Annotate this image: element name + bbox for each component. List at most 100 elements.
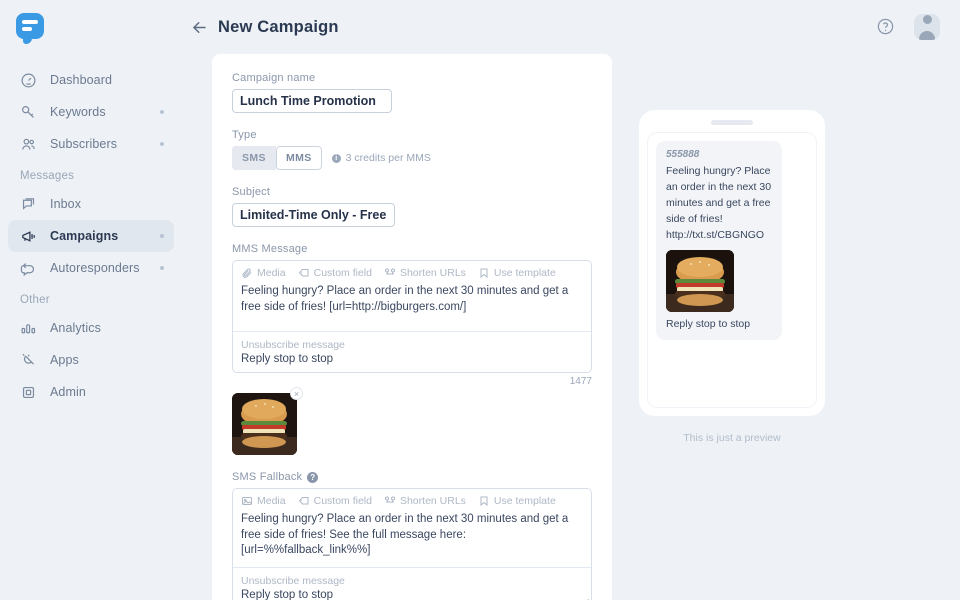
sidebar-section-other: Other (0, 294, 182, 306)
bookmark-icon (478, 495, 490, 507)
sms-tool-custom-field[interactable]: Custom field (298, 495, 372, 507)
type-field-group: Type SMS MMS i 3 credits per MMS (232, 129, 592, 170)
sidebar-item-analytics[interactable]: Analytics (8, 312, 174, 344)
sidebar-item-label: Keywords (50, 105, 160, 119)
sidebar-item-subscribers[interactable]: Subscribers (8, 128, 174, 160)
sms-tool-shorten-urls-label: Shorten URLs (400, 495, 466, 507)
sms-tool-use-template-label: Use template (494, 495, 556, 507)
sms-fallback-label-row: SMS Fallback ? (232, 471, 592, 483)
sidebar-item-dot (160, 142, 164, 146)
page-header: New Campaign (182, 0, 960, 54)
speedometer-icon (20, 71, 42, 89)
bar-chart-icon (20, 319, 42, 337)
sidebar-item-label: Autoresponders (50, 261, 160, 275)
chat-icon (20, 195, 42, 213)
chip-icon (20, 383, 42, 401)
main-area: New Campaign Campaign name (182, 0, 960, 600)
sidebar-item-dot (160, 266, 164, 270)
sidebar-item-autoresponders[interactable]: Autoresponders (8, 252, 174, 284)
back-button[interactable] (188, 16, 210, 38)
sms-tool-custom-field-label: Custom field (314, 495, 372, 507)
phone-screen: 555888 Feeling hungry? Place an order in… (647, 132, 817, 408)
mms-char-count: 1477 (232, 376, 592, 387)
sms-toolbar: Media Custom field (233, 489, 591, 511)
subject-field-group: Subject (232, 186, 592, 227)
type-label: Type (232, 129, 592, 141)
preview-sender: 555888 (666, 149, 772, 160)
info-icon[interactable]: i (332, 154, 341, 163)
sidebar: Dashboard Keywords Subscribers Messages (0, 0, 182, 600)
question-circle-icon[interactable] (876, 17, 896, 37)
sidebar-item-admin[interactable]: Admin (8, 376, 174, 408)
question-badge-icon[interactable]: ? (307, 472, 318, 483)
image-icon (241, 495, 253, 507)
attachment-thumbnail[interactable]: × (232, 393, 297, 455)
sidebar-nav-other: Analytics Apps Admin (0, 312, 182, 408)
mms-tool-custom-field[interactable]: Custom field (298, 267, 372, 279)
preview-note: This is just a preview (683, 432, 780, 444)
sidebar-item-apps[interactable]: Apps (8, 344, 174, 376)
mms-unsubscribe-label: Unsubscribe message (233, 332, 591, 353)
link-icon (384, 495, 396, 507)
sms-tool-shorten-urls[interactable]: Shorten URLs (384, 495, 466, 507)
tag-icon (298, 267, 310, 279)
mms-message-field-group: MMS Message Media (232, 243, 592, 387)
sms-fallback-body[interactable]: Feeling hungry? Place an order in the ne… (233, 511, 591, 567)
mms-message-body[interactable]: Feeling hungry? Place an order in the ne… (233, 283, 591, 331)
campaign-name-input[interactable] (232, 89, 392, 113)
app-logo[interactable] (0, 0, 182, 54)
sms-fallback-field-group: SMS Fallback ? Media (232, 471, 592, 600)
credits-note-label: 3 credits per MMS (346, 152, 431, 164)
mms-tool-media[interactable]: Media (241, 267, 286, 279)
sidebar-item-dot (160, 110, 164, 114)
subject-input[interactable] (232, 203, 395, 227)
sidebar-item-keywords[interactable]: Keywords (8, 96, 174, 128)
sidebar-nav-primary: Dashboard Keywords Subscribers (0, 64, 182, 160)
type-option-sms[interactable]: SMS (232, 146, 276, 170)
phone-speaker (711, 120, 753, 125)
mms-tool-shorten-urls[interactable]: Shorten URLs (384, 267, 466, 279)
sidebar-item-dot (160, 234, 164, 238)
sidebar-item-label: Inbox (50, 197, 164, 211)
sms-fallback-box: Media Custom field (232, 488, 592, 600)
speech-bubble-logo-icon (16, 13, 44, 39)
sidebar-item-inbox[interactable]: Inbox (8, 188, 174, 220)
remove-attachment-button[interactable]: × (290, 387, 303, 400)
header-actions (876, 14, 940, 40)
sms-unsubscribe-text: Reply stop to stop (233, 589, 591, 600)
type-option-mms[interactable]: MMS (276, 146, 322, 170)
mms-unsubscribe-text: Reply stop to stop (233, 353, 591, 372)
reply-loop-icon (20, 259, 42, 277)
burger-preview-image (666, 250, 734, 312)
mms-tool-custom-field-label: Custom field (314, 267, 372, 279)
mms-tool-shorten-urls-label: Shorten URLs (400, 267, 466, 279)
sidebar-item-label: Subscribers (50, 137, 160, 151)
preview-message-bubble: 555888 Feeling hungry? Place an order in… (656, 141, 782, 340)
user-avatar[interactable] (914, 14, 940, 40)
mms-tool-media-label: Media (257, 267, 286, 279)
link-icon (384, 267, 396, 279)
sidebar-item-label: Admin (50, 385, 164, 399)
campaign-name-label: Campaign name (232, 72, 592, 84)
mms-message-box: Media Custom field (232, 260, 592, 373)
subject-label: Subject (232, 186, 592, 198)
key-icon (20, 103, 42, 121)
page-content: Campaign name Type SMS MMS i 3 credits p… (182, 54, 960, 600)
credits-note: i 3 credits per MMS (332, 152, 431, 164)
sidebar-item-label: Dashboard (50, 73, 164, 87)
sidebar-item-dashboard[interactable]: Dashboard (8, 64, 174, 96)
type-toggle-group: SMS MMS (232, 146, 322, 170)
app-root: Dashboard Keywords Subscribers Messages (0, 0, 960, 600)
sms-tool-media[interactable]: Media (241, 495, 286, 507)
mms-tool-use-template[interactable]: Use template (478, 267, 556, 279)
sidebar-item-label: Analytics (50, 321, 164, 335)
sms-tool-use-template[interactable]: Use template (478, 495, 556, 507)
sidebar-item-campaigns[interactable]: Campaigns (8, 220, 174, 252)
phone-preview: 555888 Feeling hungry? Place an order in… (639, 110, 825, 416)
sms-fallback-label: SMS Fallback (232, 471, 302, 483)
mms-message-label: MMS Message (232, 243, 592, 255)
people-icon (20, 135, 42, 153)
arrow-left-icon (190, 18, 209, 37)
sidebar-item-label: Campaigns (50, 229, 160, 243)
plug-icon (20, 351, 42, 369)
